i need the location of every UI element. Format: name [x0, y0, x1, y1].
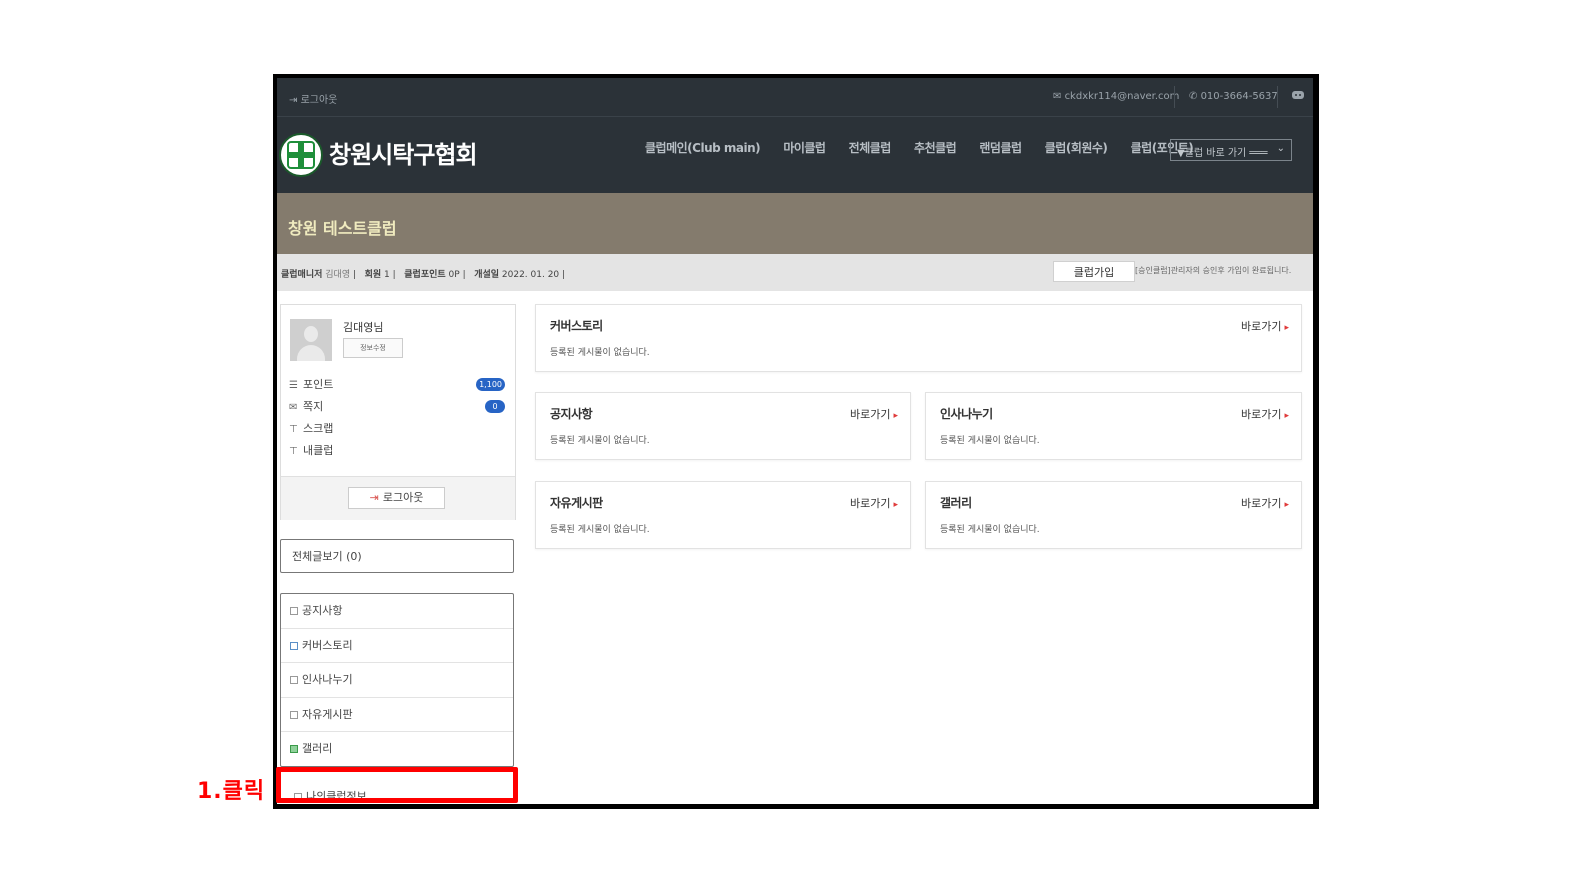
profile-item-my-club[interactable]: ⊤ 내클럽	[289, 441, 505, 463]
database-icon: ☰	[289, 380, 298, 391]
panel-greeting: 인사나누기 바로가기 ▸ 등록된 게시물이 없습니다.	[925, 392, 1302, 460]
club-banner: 창원 테스트클럽	[277, 193, 1313, 254]
nav-recommended-clubs[interactable]: 추천클럽	[914, 141, 957, 155]
board-item-notice[interactable]: 공지사항	[281, 594, 513, 629]
contact-email[interactable]: ✉ ckdxkr114@naver.com	[1053, 91, 1179, 102]
avatar	[290, 319, 332, 361]
panel-notice: 공지사항 바로가기 ▸ 등록된 게시물이 없습니다.	[535, 392, 911, 460]
avatar-body	[297, 345, 325, 361]
panel-free-board: 자유게시판 바로가기 ▸ 등록된 게시물이 없습니다.	[535, 481, 911, 549]
pin-icon: ⊤	[289, 424, 298, 435]
board-item-gallery[interactable]: 갤러리	[281, 732, 513, 767]
club-name: 창원 테스트클럽	[288, 219, 397, 238]
top-utility-bar: ⇥ 로그아웃 ✉ ckdxkr114@naver.com ✆ 010-3664-…	[277, 78, 1313, 116]
click-highlight-box	[276, 767, 518, 803]
browser-screenshot-frame: ⇥ 로그아웃 ✉ ckdxkr114@naver.com ✆ 010-3664-…	[273, 74, 1319, 809]
club-meta: 클럽매니저 김대영 | 회원 1 | 클럽포인트 0P | 개설일 2022. …	[281, 270, 566, 280]
chevron-down-icon: ⌄	[1276, 143, 1285, 154]
pin-icon: ⊤	[289, 446, 298, 457]
panel-gallery: 갤러리 바로가기 ▸ 등록된 게시물이 없습니다.	[925, 481, 1302, 549]
logout-icon: ⇥	[369, 491, 379, 504]
nav-club-main[interactable]: 클럽메인(Club main)	[645, 141, 761, 155]
top-logout-link[interactable]: ⇥ 로그아웃	[289, 91, 337, 106]
envelope-icon: ✉	[1053, 91, 1065, 102]
logout-icon: ⇥	[289, 95, 301, 106]
panel-cover-story: 커버스토리 바로가기 ▸ 등록된 게시물이 없습니다.	[535, 304, 1302, 372]
club-info-bar: 클럽매니저 김대영 | 회원 1 | 클럽포인트 0P | 개설일 2022. …	[277, 254, 1313, 291]
profile-item-points[interactable]: ☰ 포인트 1,100	[289, 375, 505, 397]
profile-card: 김대영님 정보수정 ☰ 포인트 1,100 ✉ 쪽지 0 ⊤ 스크랩 ⊤ 내클럽 ⇥ 로그아웃	[280, 304, 516, 520]
board-icon	[290, 710, 298, 719]
phone-icon: ✆	[1189, 91, 1201, 102]
join-note: [승인클럽]관리자의 승인후 가입이 완료됩니다.	[1135, 266, 1292, 275]
go-notice-link[interactable]: 바로가기 ▸	[850, 406, 898, 422]
avatar-head	[304, 326, 318, 342]
profile-item-scrap[interactable]: ⊤ 스크랩	[289, 419, 505, 441]
profile-list: ☰ 포인트 1,100 ✉ 쪽지 0 ⊤ 스크랩 ⊤ 내클럽	[289, 375, 505, 463]
divider	[1277, 86, 1278, 108]
board-icon	[290, 641, 298, 650]
nav-clubs-by-members[interactable]: 클럽(회원수)	[1045, 141, 1108, 155]
caret-right-icon: ▸	[1284, 500, 1289, 510]
nav-my-club[interactable]: 마이클럽	[783, 141, 826, 155]
messages-badge: 0	[485, 400, 505, 413]
join-club-button[interactable]: 클럽가입	[1053, 261, 1135, 282]
caret-right-icon: ▸	[893, 500, 898, 510]
club-quick-select[interactable]: ▼클럽 바로 가기 ═══ ⌄	[1170, 139, 1292, 161]
logout-button[interactable]: ⇥ 로그아웃	[348, 487, 445, 509]
caret-right-icon: ▸	[1284, 411, 1289, 421]
go-free-board-link[interactable]: 바로가기 ▸	[850, 495, 898, 511]
board-item-cover-story[interactable]: 커버스토리	[281, 629, 513, 663]
go-gallery-link[interactable]: 바로가기 ▸	[1241, 495, 1289, 511]
caret-right-icon: ▸	[1284, 323, 1289, 333]
main-nav: 클럽메인(Club main) 마이클럽 전체클럽 추천클럽 랜덤클럽 클럽(회…	[645, 139, 1212, 156]
profile-item-messages[interactable]: ✉ 쪽지 0	[289, 397, 505, 419]
board-item-greeting[interactable]: 인사나누기	[281, 663, 513, 698]
all-posts-link[interactable]: 전체글보기 (0)	[280, 539, 514, 573]
caret-right-icon: ▸	[893, 411, 898, 421]
contact-phone[interactable]: ✆ 010-3664-5637	[1189, 91, 1278, 102]
logo-mark	[298, 143, 304, 167]
divider	[1174, 86, 1175, 108]
click-step-label: 1.클릭	[197, 779, 266, 804]
board-menu: 공지사항 커버스토리 인사나누기 자유게시판 갤러리	[280, 593, 514, 767]
points-badge: 1,100	[476, 378, 505, 391]
edit-profile-button[interactable]: 정보수정	[343, 338, 403, 358]
profile-footer: ⇥ 로그아웃	[281, 476, 515, 520]
board-icon	[290, 676, 298, 684]
nav-random-clubs[interactable]: 랜덤클럽	[979, 141, 1022, 155]
chat-icon[interactable]	[1291, 89, 1305, 101]
profile-name: 김대영님	[343, 321, 384, 334]
site-header: 창원시탁구협회 클럽메인(Club main) 마이클럽 전체클럽 추천클럽 랜…	[277, 116, 1313, 194]
envelope-icon: ✉	[289, 402, 298, 413]
site-title[interactable]: 창원시탁구협회	[329, 135, 478, 170]
nav-all-clubs[interactable]: 전체클럽	[849, 141, 892, 155]
image-icon	[290, 745, 298, 753]
board-icon	[290, 607, 298, 615]
go-cover-story-link[interactable]: 바로가기 ▸	[1241, 318, 1289, 334]
go-greeting-link[interactable]: 바로가기 ▸	[1241, 406, 1289, 422]
board-item-free[interactable]: 자유게시판	[281, 698, 513, 732]
association-logo-icon[interactable]	[279, 133, 323, 177]
